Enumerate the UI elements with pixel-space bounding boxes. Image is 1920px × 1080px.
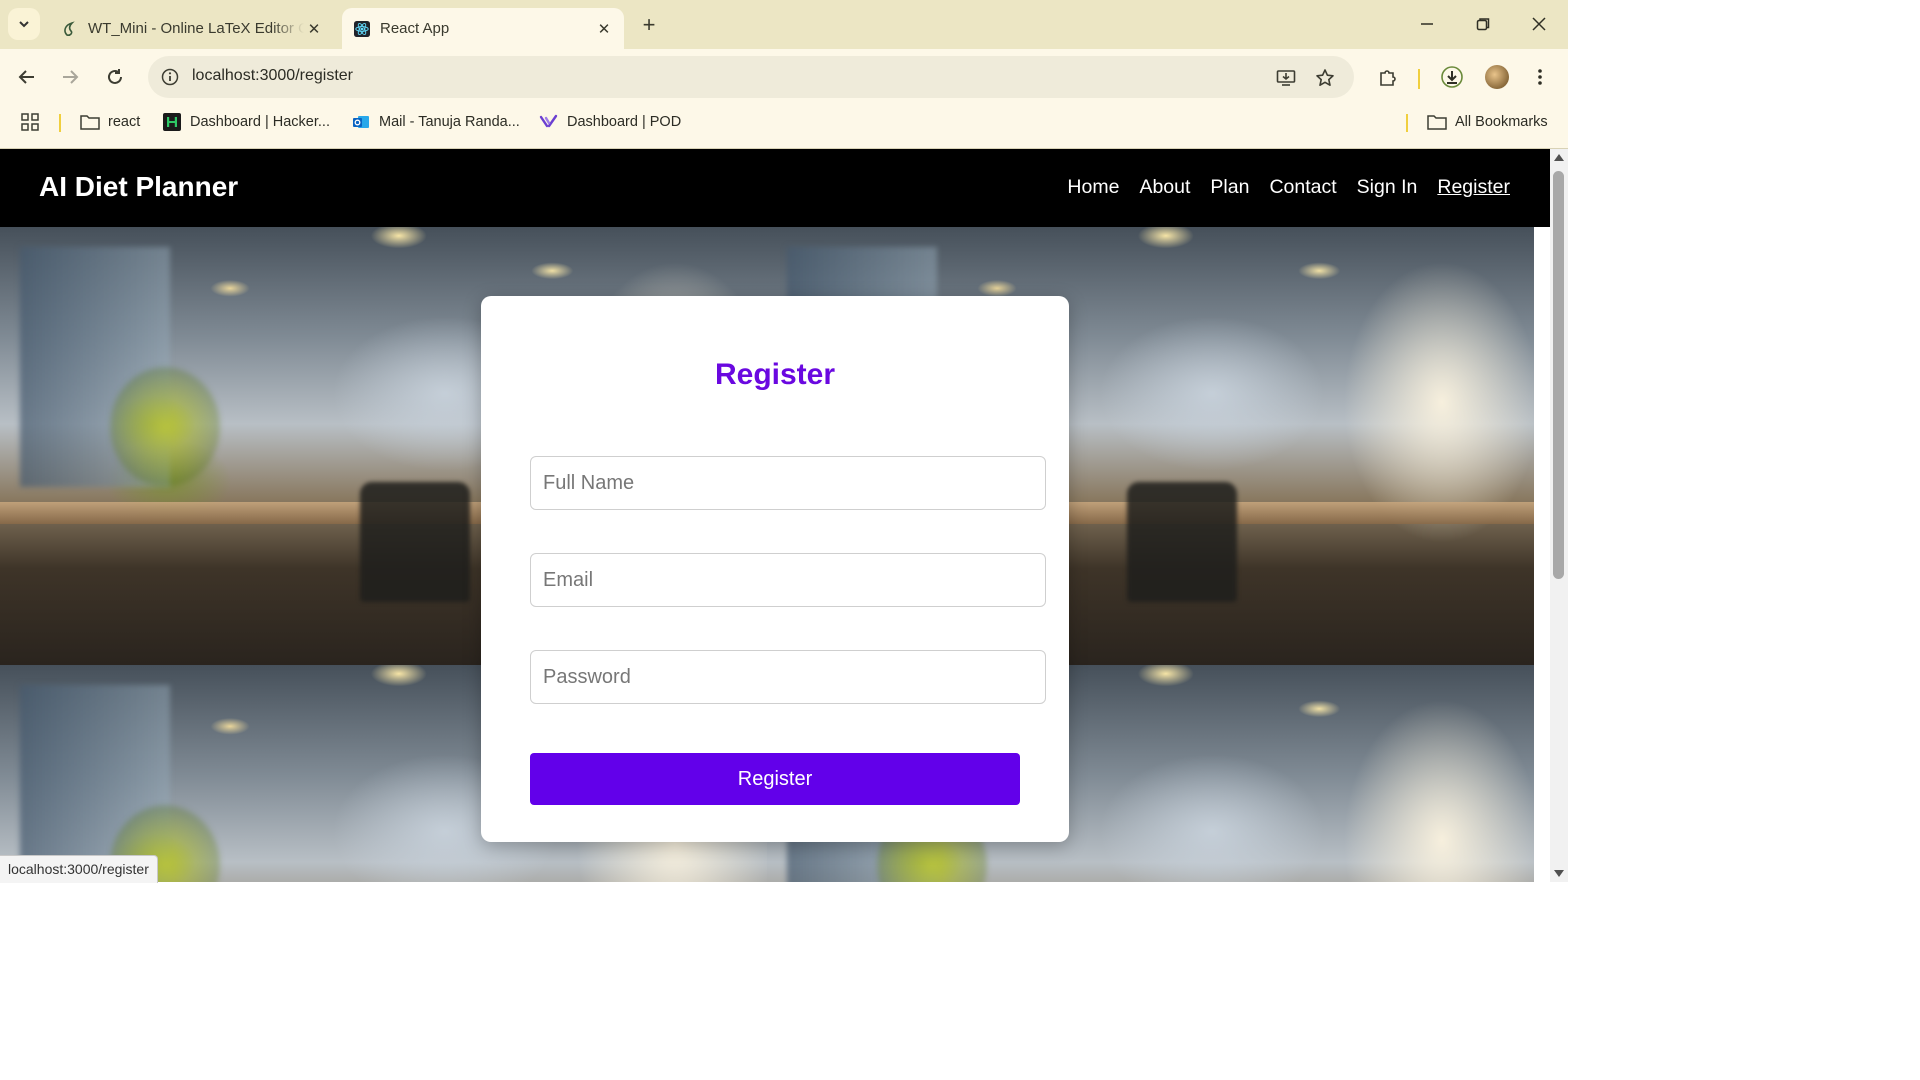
tab-strip: WT_Mini - Online LaTeX Editor O ✕ React … — [0, 0, 1568, 49]
toolbar-bottom-edge — [0, 141, 1568, 149]
password-input[interactable] — [530, 650, 1046, 704]
more-vertical-icon — [1538, 69, 1542, 85]
bookmark-star-icon[interactable] — [1313, 66, 1337, 90]
close-icon[interactable]: ✕ — [304, 19, 324, 39]
nav-link-plan[interactable]: Plan — [1210, 176, 1249, 199]
bookmark-label: Dashboard | POD — [567, 114, 682, 130]
tab-overleaf[interactable]: WT_Mini - Online LaTeX Editor O ✕ — [50, 8, 334, 49]
site-info-icon[interactable] — [160, 67, 180, 87]
scroll-down-arrow-icon[interactable] — [1554, 870, 1564, 877]
tab-search-button[interactable] — [8, 8, 40, 40]
register-card: Register Register — [481, 296, 1069, 842]
nav-link-register[interactable]: Register — [1437, 176, 1510, 199]
react-icon — [354, 20, 370, 37]
tab-title: WT_Mini - Online LaTeX Editor O — [88, 20, 304, 37]
puzzle-icon — [1380, 70, 1396, 86]
apps-grid-icon — [20, 112, 40, 132]
close-icon[interactable]: ✕ — [594, 19, 614, 39]
downloads-button[interactable] — [1438, 63, 1466, 91]
page-scrollbar[interactable] — [1550, 149, 1568, 882]
browser-toolbar: localhost:3000/register — [0, 49, 1568, 103]
nav-link-home[interactable]: Home — [1067, 176, 1119, 199]
download-icon — [1441, 66, 1463, 88]
nav-link-sign-in[interactable]: Sign In — [1357, 176, 1418, 199]
nav-link-about[interactable]: About — [1139, 176, 1190, 199]
scroll-up-arrow-icon[interactable] — [1554, 154, 1564, 161]
hackerrank-icon — [162, 112, 182, 132]
folder-icon — [80, 112, 100, 132]
nav-link-contact[interactable]: Contact — [1269, 176, 1336, 199]
reload-icon — [108, 69, 122, 84]
minimize-icon — [1421, 23, 1433, 25]
bookmark-label: react — [108, 114, 141, 130]
bookmark-pod[interactable]: Dashboard | POD — [539, 111, 681, 133]
nav-links: Home About Plan Contact Sign In Register — [1067, 176, 1510, 199]
new-tab-button[interactable]: + — [636, 12, 662, 38]
install-app-icon[interactable] — [1274, 66, 1298, 90]
address-bar[interactable]: localhost:3000/register — [148, 56, 1354, 98]
bookmarks-divider — [1406, 114, 1408, 132]
all-bookmarks-label: All Bookmarks — [1455, 114, 1548, 130]
status-url-bubble: localhost:3000/register — [0, 855, 158, 883]
full-name-input[interactable] — [530, 456, 1046, 510]
register-submit-button[interactable]: Register — [530, 753, 1020, 805]
restore-icon — [1476, 18, 1490, 31]
tab-react-app[interactable]: React App ✕ — [342, 8, 624, 49]
arrow-right-icon — [63, 70, 79, 84]
toolbar-divider — [1418, 69, 1420, 89]
register-title: Register — [714, 358, 836, 391]
plus-icon: + — [642, 12, 656, 37]
back-button[interactable] — [13, 63, 41, 91]
page-viewport: AI Diet Planner Home About Plan Contact … — [0, 149, 1550, 882]
folder-icon — [1427, 112, 1447, 132]
bookmark-outlook-mail[interactable]: Mail - Tanuja Randa... — [351, 111, 520, 133]
overleaf-icon — [62, 20, 78, 37]
email-input[interactable] — [530, 553, 1046, 607]
profile-avatar[interactable] — [1485, 65, 1509, 89]
all-bookmarks-button[interactable]: All Bookmarks — [1427, 111, 1548, 133]
bookmark-label: Mail - Tanuja Randa... — [379, 114, 520, 130]
outlook-icon — [351, 112, 371, 132]
minimize-button[interactable] — [1404, 8, 1450, 40]
menu-button[interactable] — [1526, 63, 1554, 91]
chevron-down-icon — [19, 21, 29, 28]
reload-button[interactable] — [101, 63, 129, 91]
apps-button[interactable] — [20, 111, 48, 133]
pod-icon — [539, 112, 559, 132]
close-icon — [1532, 17, 1546, 31]
brand-logo[interactable]: AI Diet Planner — [39, 171, 238, 203]
forward-button[interactable] — [56, 63, 84, 91]
arrow-left-icon — [18, 70, 34, 84]
bookmarks-bar: react Dashboard | Hacker... Mail - Tanuj… — [0, 103, 1568, 141]
tab-title: React App — [380, 20, 450, 37]
close-window-button[interactable] — [1516, 8, 1562, 40]
bookmark-label: Dashboard | Hacker... — [190, 114, 330, 130]
bookmark-react-folder[interactable]: react — [80, 111, 140, 133]
address-text[interactable]: localhost:3000/register — [192, 67, 353, 85]
extensions-button[interactable] — [1374, 63, 1402, 91]
restore-button[interactable] — [1460, 8, 1506, 40]
app-navbar: AI Diet Planner Home About Plan Contact … — [0, 149, 1550, 227]
bookmarks-divider — [59, 114, 61, 132]
scrollbar-thumb[interactable] — [1553, 171, 1564, 579]
bookmark-hackerrank[interactable]: Dashboard | Hacker... — [162, 111, 330, 133]
